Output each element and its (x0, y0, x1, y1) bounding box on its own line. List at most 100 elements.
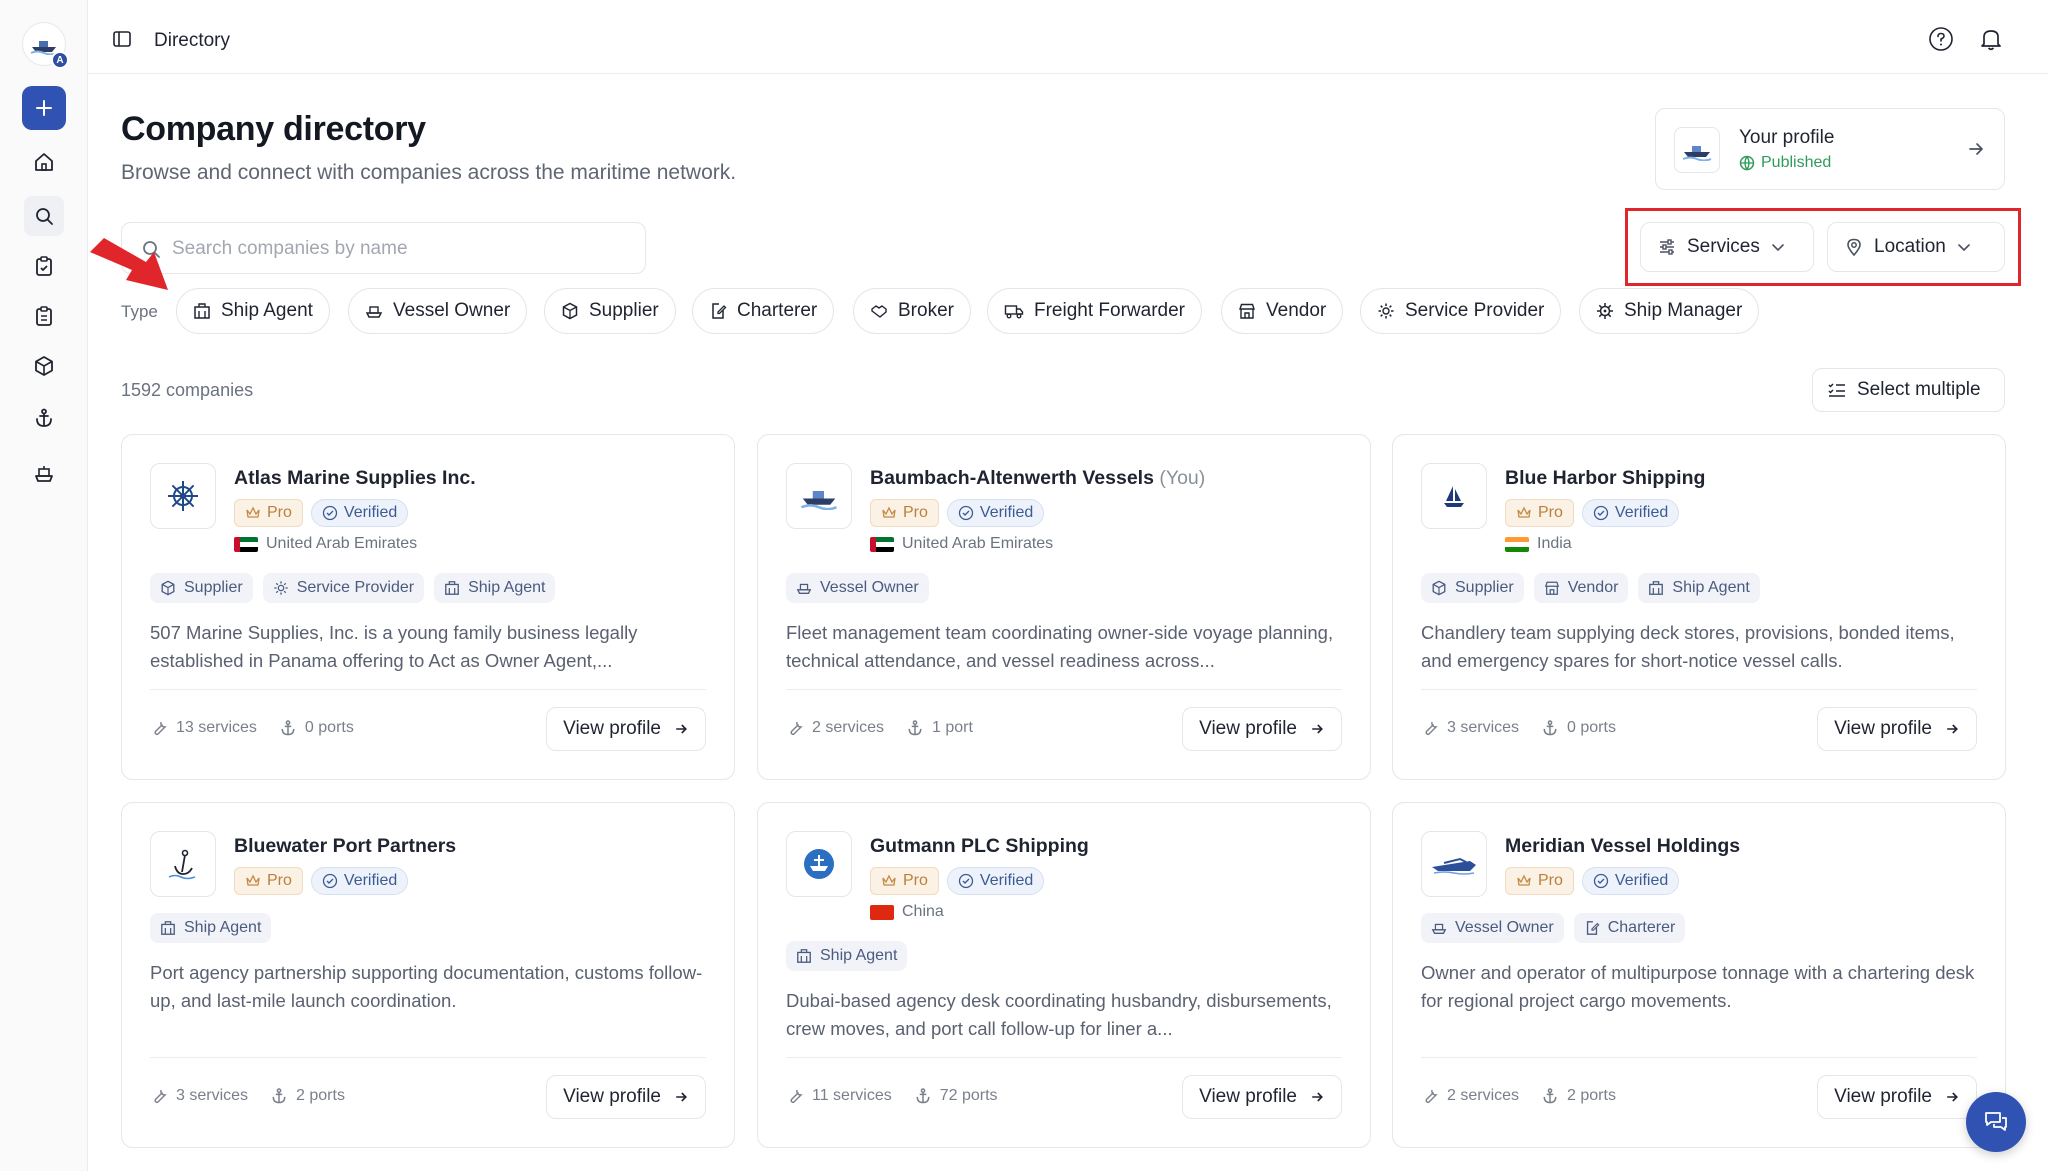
tag-ship-agent: Ship Agent (1638, 573, 1760, 603)
select-multiple-button[interactable]: Select multiple (1812, 368, 2005, 412)
plus-icon (36, 100, 52, 116)
nav-documents[interactable] (24, 296, 64, 336)
company-name[interactable]: Blue Harbor Shipping (1505, 467, 1705, 490)
ports-count: 1 port (906, 719, 973, 737)
anchor-icon (1543, 720, 1557, 736)
pro-badge: Pro (1505, 499, 1574, 527)
view-profile-button[interactable]: View profile (546, 1075, 706, 1119)
tag-service-provider: Service Provider (262, 573, 425, 603)
india-flag-icon (1505, 536, 1529, 552)
badge-group: Pro Verified (870, 867, 1045, 895)
verified-badge: Verified (1581, 867, 1680, 895)
wrench-icon (790, 721, 803, 735)
type-chip-ship-agent[interactable]: Ship Agent (176, 288, 330, 334)
gear-icon (274, 581, 288, 595)
globe-ship-logo-icon (804, 849, 834, 879)
select-multiple-label: Select multiple (1857, 379, 1981, 400)
your-profile-card[interactable]: Your profile Published (1655, 108, 2005, 190)
view-profile-button[interactable]: View profile (1182, 1075, 1342, 1119)
company-name[interactable]: Gutmann PLC Shipping (870, 835, 1089, 858)
nav-ports[interactable] (24, 398, 64, 438)
red-arrow-annotation-icon (90, 238, 168, 290)
nav-supplies[interactable] (24, 346, 64, 386)
company-count: 1592 companies (121, 380, 254, 400)
yacht-logo-icon (1432, 857, 1476, 875)
verified-badge: Verified (946, 867, 1045, 895)
view-profile-button[interactable]: View profile (1817, 1075, 1977, 1119)
view-profile-button[interactable]: View profile (1817, 707, 1977, 751)
company-card: Bluewater Port Partners Pro Verified Shi… (121, 802, 735, 1148)
location-filter-dropdown[interactable]: Location (1827, 222, 2005, 272)
nav-tasks[interactable] (24, 246, 64, 286)
company-meta: 2 services 1 port (786, 719, 973, 737)
services-count: 11 services (786, 1087, 892, 1105)
sailboat-logo-icon (1444, 486, 1464, 507)
help-icon[interactable] (1928, 26, 1954, 57)
arrow-right-icon (676, 1092, 687, 1102)
arrow-right-icon (1312, 1092, 1323, 1102)
type-chip-supplier[interactable]: Supplier (544, 288, 676, 334)
type-chip-label: Ship Agent (221, 300, 313, 321)
company-name[interactable]: Meridian Vessel Holdings (1505, 835, 1740, 858)
building-icon (1649, 581, 1664, 595)
check-circle-icon (1593, 505, 1609, 521)
type-chip-vessel-owner[interactable]: Vessel Owner (348, 288, 528, 334)
company-tags: Vessel Owner Charterer (1421, 913, 1686, 943)
china-flag-icon (870, 904, 894, 920)
verified-badge: Verified (310, 499, 409, 527)
pro-badge: Pro (870, 499, 939, 527)
badge-group: Pro Verified (1505, 867, 1680, 895)
sidebar-toggle-icon[interactable] (112, 29, 132, 54)
type-chip-charterer[interactable]: Charterer (692, 288, 835, 334)
gear-icon (1378, 303, 1394, 319)
profile-status: Published (1739, 154, 1831, 172)
top-bar: Directory (88, 0, 2048, 74)
company-country: United Arab Emirates (870, 535, 1053, 553)
check-circle-icon (322, 505, 338, 521)
ports-count: 72 ports (914, 1087, 998, 1105)
company-name[interactable]: Bluewater Port Partners (234, 835, 456, 858)
card-divider (1421, 689, 1977, 690)
company-name[interactable]: Baumbach-Altenwerth Vessels (You) (870, 467, 1205, 490)
wrench-icon (154, 721, 167, 735)
arrow-right-icon (1947, 1092, 1958, 1102)
services-filter-dropdown[interactable]: Services (1640, 222, 1814, 272)
arrow-right-icon (1947, 724, 1958, 734)
search-input[interactable] (172, 233, 632, 265)
view-profile-button[interactable]: View profile (546, 707, 706, 751)
company-meta: 3 services 2 ports (150, 1087, 345, 1105)
uae-flag-icon (870, 536, 894, 552)
notification-bell-icon[interactable] (1978, 26, 2004, 57)
crown-icon (246, 506, 260, 518)
add-button[interactable] (22, 86, 66, 130)
wrench-icon (1425, 721, 1438, 735)
ports-count: 0 ports (1541, 719, 1616, 737)
company-tags: Ship Agent (786, 941, 908, 971)
type-filter-label: Type (121, 302, 158, 321)
company-meta: 13 services 0 ports (150, 719, 354, 737)
company-description: 507 Marine Supplies, Inc. is a young fam… (150, 622, 638, 671)
services-count: 3 services (1421, 719, 1519, 737)
type-chip-service-provider[interactable]: Service Provider (1360, 288, 1562, 334)
globe-icon (1739, 155, 1755, 171)
ports-count: 2 ports (1541, 1087, 1616, 1105)
type-chip-label: Service Provider (1405, 300, 1545, 321)
arrow-right-icon (676, 724, 687, 734)
building-icon (445, 581, 459, 595)
company-logo (786, 831, 852, 897)
nav-search[interactable] (24, 196, 64, 236)
type-chip-ship-manager[interactable]: Ship Manager (1579, 288, 1760, 334)
company-name[interactable]: Atlas Marine Supplies Inc. (234, 467, 476, 490)
nav-home[interactable] (24, 142, 64, 182)
chevron-down-icon (1958, 244, 1970, 252)
type-chip-broker[interactable]: Broker (853, 288, 971, 334)
type-chip-vendor[interactable]: Vendor (1221, 288, 1344, 334)
type-chip-freight-forwarder[interactable]: Freight Forwarder (987, 288, 1202, 334)
truck-icon (1004, 305, 1024, 319)
view-profile-button[interactable]: View profile (1182, 707, 1342, 751)
app-logo[interactable]: A (22, 22, 69, 69)
chat-button[interactable] (1966, 1092, 2026, 1152)
nav-vessels[interactable] (24, 454, 64, 494)
company-country: United Arab Emirates (234, 535, 417, 553)
breadcrumb: Directory (154, 30, 231, 51)
